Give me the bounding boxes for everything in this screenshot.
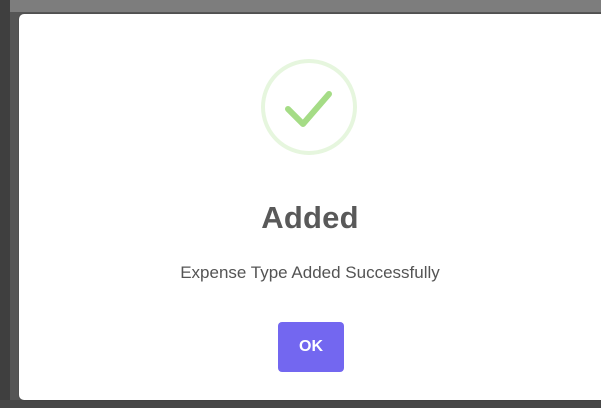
background-top-strip — [0, 0, 601, 12]
background-left-edge — [0, 0, 10, 408]
dialog-title: Added — [261, 200, 359, 235]
success-dialog: Added Expense Type Added Successfully OK — [19, 14, 601, 400]
background-bottom-strip — [0, 400, 601, 408]
dialog-message: Expense Type Added Successfully — [180, 263, 440, 282]
ok-button[interactable]: OK — [278, 322, 344, 372]
success-check-icon — [261, 59, 357, 155]
check-icon — [285, 91, 332, 127]
